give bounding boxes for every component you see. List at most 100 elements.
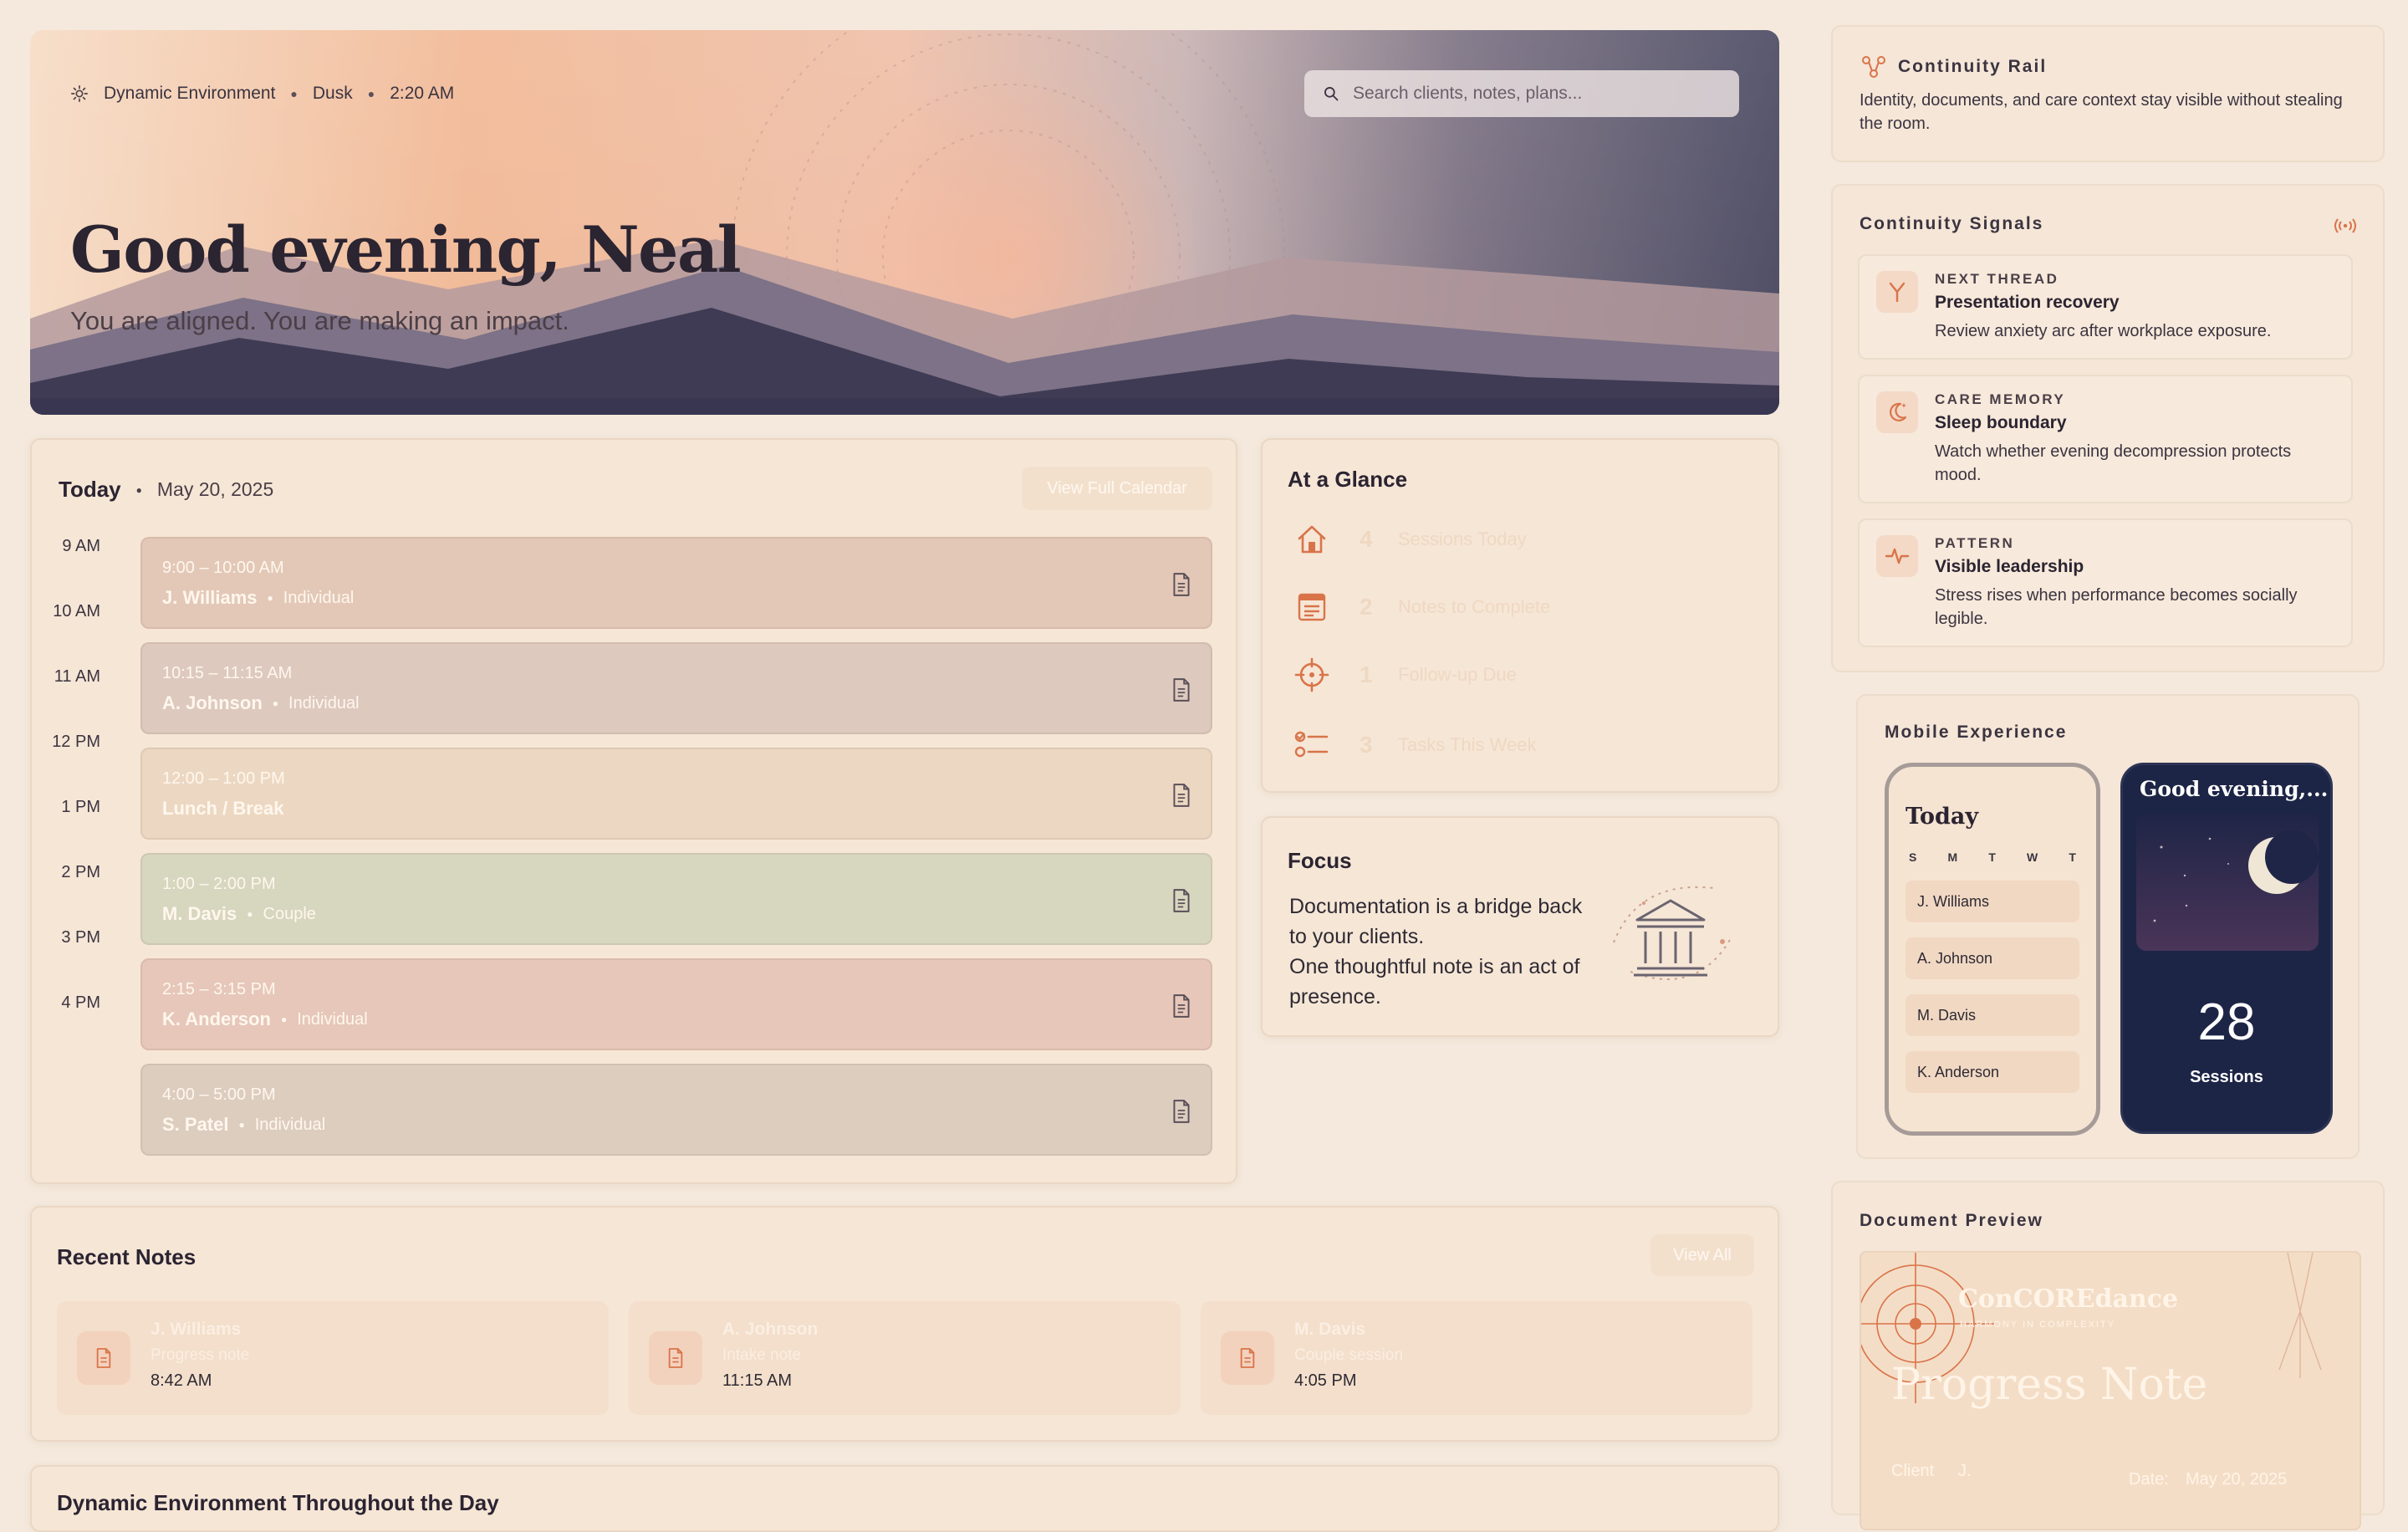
document-icon[interactable] [1171,993,1192,1019]
hero-banner: Dynamic Environment ● Dusk ● 2:20 AM Goo… [30,30,1779,415]
time-label: 3 PM [61,928,100,947]
note-client: J. Williams [150,1320,242,1339]
appointment-time: 1:00 – 2:00 PM [162,875,276,893]
home-icon [1298,525,1326,554]
glance-item[interactable]: 1 Follow-up Due [1293,654,1711,696]
appointment-type: Individual [297,1009,368,1029]
appointment-type: Individual [283,588,355,607]
note-type: Progress note [150,1346,250,1364]
mobile-experience-title: Mobile Experience [1885,723,2068,742]
glance-value: 4 [1360,526,1373,552]
document-brand: ConCOREdance [1958,1284,2179,1314]
search-input[interactable] [1351,83,1722,105]
note-time: 11:15 AM [722,1371,793,1390]
target-icon [1294,657,1329,692]
signal-item[interactable]: CARE MEMORY Sleep boundary Watch whether… [1858,375,2353,503]
environment-phase: Dusk [312,84,353,103]
checklist-icon [1294,731,1329,758]
document-preview-card: Document Preview ConCOREdance Harmony in… [1831,1181,2385,1530]
appointment-block[interactable]: 9:00 – 10:00 AM J. Williams ● Individual [140,537,1212,629]
document-icon[interactable] [1171,888,1192,913]
sun-icon [71,85,88,102]
signal-item[interactable]: NEXT THREAD Presentation recovery Review… [1858,254,2353,360]
signal-description: Review anxiety arc after workplace expos… [1935,322,2272,340]
moon-icon [1890,402,1907,421]
signal-description: Watch whether evening decompression prot… [1935,442,2292,484]
search-bar[interactable] [1304,70,1739,117]
time-label: 11 AM [54,667,100,686]
document-icon [1240,1348,1255,1368]
glance-label: Tasks This Week [1398,734,1537,755]
appointment-client: M. Davis [162,903,237,924]
document-icon[interactable] [1171,572,1192,597]
document-icon[interactable] [1171,783,1192,808]
mobile-client-chip[interactable]: A. Johnson [1905,937,2079,979]
signal-title: Presentation recovery [1935,293,2120,312]
document-preview-title: Document Preview [1860,1211,2043,1230]
glance-item[interactable]: 4 Sessions Today [1293,518,1711,560]
time-label: 1 PM [61,798,100,816]
at-a-glance-card: At a Glance 4 Sessions Today 2 Notes to … [1261,438,1779,793]
appointment-block[interactable]: 4:00 – 5:00 PM S. Patel ● Individual [140,1064,1212,1156]
greeting-subtitle: You are aligned. You are making an impac… [70,306,569,335]
recent-note-item[interactable]: M. Davis Couple session 4:05 PM [1201,1301,1752,1415]
note-type: Couple session [1294,1346,1403,1364]
appointment-time: 9:00 – 10:00 AM [162,559,284,577]
environment-status: Dynamic Environment ● Dusk ● 2:20 AM [70,84,454,104]
note-client: M. Davis [1294,1320,1366,1339]
appointment-client: K. Anderson [162,1009,271,1029]
recent-note-item[interactable]: J. Williams Progress note 8:42 AM [57,1301,609,1415]
mobile-client-chip[interactable]: K. Anderson [1905,1051,2079,1093]
view-full-calendar-button[interactable]: View Full Calendar [1022,467,1212,510]
appointment-block[interactable]: 12:00 – 1:00 PM Lunch / Break [140,748,1212,840]
document-client-value: J. [1958,1462,1972,1480]
mobile-session-count: 28 [2197,993,2256,1051]
time-label: 2 PM [61,863,100,881]
note-type: Intake note [722,1346,802,1364]
glance-value: 3 [1360,732,1373,758]
glance-value: 2 [1360,594,1373,620]
broadcast-icon [2334,218,2356,233]
mobile-dark-greeting: Good evening,... [2140,777,2329,801]
glance-label: Follow-up Due [1398,664,1517,685]
appointment-block[interactable]: 10:15 – 11:15 AM A. Johnson ● Individual [140,642,1212,734]
document-icon[interactable] [1171,677,1192,702]
recent-notes-card: Recent Notes View All J. Williams Progre… [30,1206,1779,1442]
signal-item[interactable]: PATTERN Visible leadership Stress rises … [1858,518,2353,647]
glance-item[interactable]: 3 Tasks This Week [1293,724,1711,766]
appointment-time: 12:00 – 1:00 PM [162,769,285,788]
view-all-notes-button[interactable]: View All [1650,1234,1754,1276]
appointment-block[interactable]: 2:15 – 3:15 PM K. Anderson ● Individual [140,958,1212,1050]
mobile-session-label: Sessions [2190,1068,2263,1086]
time-label: 4 PM [61,993,100,1012]
glance-label: Notes to Complete [1398,596,1551,617]
focus-title: Focus [1288,848,1352,873]
pulse-icon [1885,548,1910,564]
recent-note-item[interactable]: A. Johnson Intake note 11:15 AM [629,1301,1181,1415]
mobile-preview-light[interactable]: Today S M T W T J. Williams A. Johnson M… [1885,763,2100,1136]
mobile-client-chip[interactable]: M. Davis [1905,994,2079,1036]
continuity-rail-card: Continuity Rail Identity, documents, and… [1831,25,2385,162]
mobile-client-chip[interactable]: J. Williams [1905,881,2079,922]
signal-description: Stress rises when performance becomes so… [1935,586,2298,628]
focus-card: Focus Documentation is a bridge back to … [1261,816,1779,1037]
focus-line-1: Documentation is a bridge back to your c… [1289,895,1583,948]
glance-item[interactable]: 2 Notes to Complete [1293,586,1711,628]
note-client: A. Johnson [722,1320,819,1339]
glance-label: Sessions Today [1398,529,1527,549]
document-client-label: Client [1891,1462,1935,1480]
pillar-building-icon [1613,886,1732,980]
document-icon [668,1348,683,1368]
signal-title: Visible leadership [1935,557,2084,576]
appointment-client: J. Williams [162,587,258,608]
appointment-block[interactable]: 1:00 – 2:00 PM M. Davis ● Couple [140,853,1212,945]
document-icon[interactable] [1171,1099,1192,1124]
document-preview-sheet[interactable]: ConCOREdance Harmony in Complexity Progr… [1860,1251,2361,1530]
branch-icon [1862,56,1885,78]
schedule-title: Today [59,477,121,502]
mobile-preview-dark[interactable]: Good evening,... 28 Sessions [2120,763,2333,1134]
environment-label: Dynamic Environment [104,84,276,103]
time-label: 10 AM [53,602,100,620]
appointment-type: Individual [288,693,360,712]
greeting-title: Good evening, Neal [70,212,742,287]
